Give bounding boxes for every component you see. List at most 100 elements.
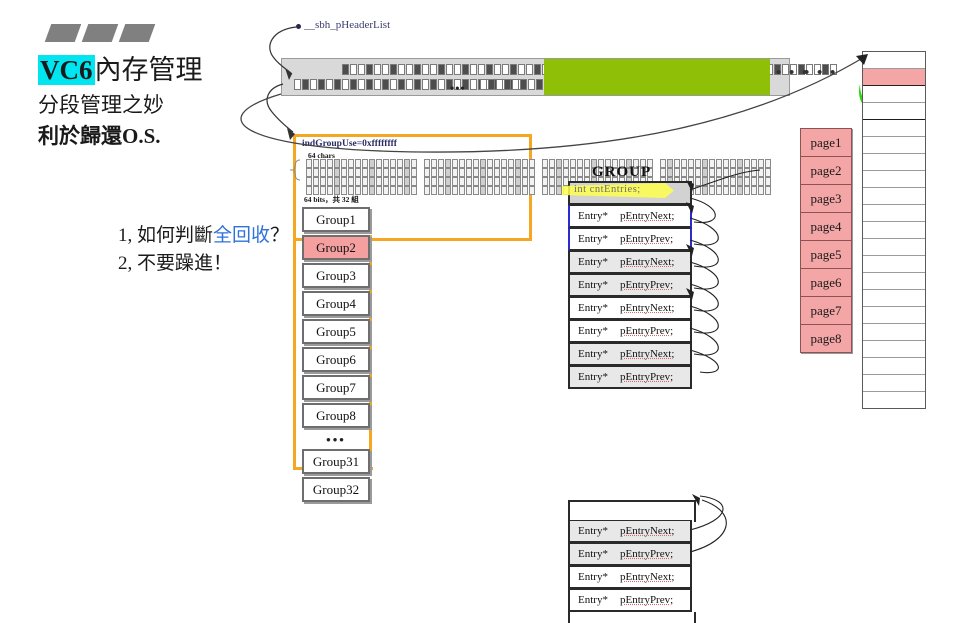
bit-cell	[390, 64, 397, 75]
bitmap-cell	[445, 168, 451, 177]
slot-cell	[863, 358, 925, 375]
title-main-rest: 內存管理	[94, 55, 203, 85]
bitmap-cell	[716, 177, 722, 186]
bitmap-cell	[570, 168, 576, 177]
group-table-row[interactable]: Entry* pEntryPrev;	[568, 589, 692, 612]
bitmap-cell	[674, 159, 680, 168]
bitmap-cell	[758, 168, 764, 177]
bitmap-cell	[765, 177, 771, 186]
group-table-row[interactable]: Entry* pEntryNext;	[568, 566, 692, 589]
page-cell[interactable]: page7	[800, 297, 852, 325]
page-cell[interactable]: page3	[800, 185, 852, 213]
bitmap-cell	[563, 159, 569, 168]
page-cell[interactable]: page2	[800, 157, 852, 185]
bit-cell	[510, 64, 517, 75]
slot-cell	[863, 341, 925, 358]
bit-cell	[502, 64, 509, 75]
bitmap-cell	[737, 159, 743, 168]
group-table-row[interactable]: Entry* pEntryPrev;	[568, 543, 692, 566]
q1-num: 1,	[118, 225, 137, 246]
page-title: VC6內存管理	[38, 48, 268, 87]
group-table-row[interactable]: Entry* pEntryNext;	[568, 251, 692, 274]
bitmap-cell	[584, 159, 590, 168]
bitmap-cell	[508, 168, 514, 177]
bitmap-cell	[480, 186, 486, 195]
slot-cell	[863, 222, 925, 239]
decorative-bars	[44, 24, 268, 42]
bitmap-cell	[473, 159, 479, 168]
page-cell[interactable]: page1	[800, 128, 852, 157]
title-badge-vc6: VC6	[38, 55, 95, 85]
bit-cell	[438, 79, 445, 90]
bitmap-cell	[397, 177, 403, 186]
bitmap-cell	[438, 168, 444, 177]
bitmap-cell	[376, 168, 382, 177]
page-cell[interactable]: page4	[800, 213, 852, 241]
bitmap-cell	[744, 177, 750, 186]
bit-cell	[488, 79, 495, 90]
bit-cell	[486, 64, 493, 75]
bitmap-cell	[327, 186, 333, 195]
bitmap-cell	[348, 186, 354, 195]
bitmap-cell	[306, 159, 312, 168]
row-field: pEntryPrev;	[620, 233, 674, 245]
group-button[interactable]: Group32	[302, 477, 370, 502]
bracket-left-edge	[293, 134, 296, 470]
bitmap-cell	[313, 168, 319, 177]
bitmap-cell	[570, 159, 576, 168]
bitmap-cell	[411, 159, 417, 168]
bitmap-cell	[438, 159, 444, 168]
bitmap-cell	[577, 159, 583, 168]
row-field: pEntryNext;	[620, 302, 675, 314]
bitmap-cell	[716, 159, 722, 168]
row-field: pEntryNext;	[620, 525, 675, 537]
bitmap-cell	[362, 159, 368, 168]
bitmap-cell	[660, 159, 666, 168]
bit-cell	[446, 64, 453, 75]
bitmap-cell	[431, 177, 437, 186]
group-button[interactable]: Group2	[302, 235, 370, 260]
group-table-row[interactable]: Entry* pEntryNext;	[568, 520, 692, 543]
group-button[interactable]: Group6	[302, 347, 370, 372]
bitmap-cell	[549, 186, 555, 195]
group-table-row[interactable]: Entry* pEntryPrev;	[568, 366, 692, 389]
bitmap-cell	[695, 186, 701, 195]
group-table-row[interactable]: Entry* pEntryNext;	[568, 297, 692, 320]
bit-cell	[294, 79, 301, 90]
group-button[interactable]: Group4	[302, 291, 370, 316]
bitmap-cell	[529, 186, 535, 195]
bit-cell	[512, 79, 519, 90]
bitmap-cell	[334, 177, 340, 186]
group-button[interactable]: Group31	[302, 449, 370, 474]
bitmap-cell	[355, 168, 361, 177]
group-table-row[interactable]: Entry* pEntryNext;	[568, 343, 692, 366]
bitmap-cell	[313, 159, 319, 168]
bitmap-cell	[376, 177, 382, 186]
bitmap-cell	[549, 177, 555, 186]
bitmap-cell	[723, 168, 729, 177]
bitmap-cell	[320, 159, 326, 168]
green-memory-block	[544, 59, 770, 95]
group-table-row[interactable]: Entry* pEntryPrev;	[568, 320, 692, 343]
group-button[interactable]: Group3	[302, 263, 370, 288]
slot-cell	[863, 392, 925, 408]
group-list-ellipsis: •••	[326, 432, 346, 447]
group-button[interactable]: Group1	[302, 207, 370, 232]
bitmap-cell	[716, 168, 722, 177]
page-cell[interactable]: page5	[800, 241, 852, 269]
bitmap-cell	[313, 186, 319, 195]
group-button[interactable]: Group5	[302, 319, 370, 344]
bitmap-cell	[494, 186, 500, 195]
bitmap-cell	[362, 177, 368, 186]
group-button[interactable]: Group8	[302, 403, 370, 428]
group-table-row[interactable]: Entry* pEntryPrev;	[568, 228, 692, 251]
bit-cell	[398, 79, 405, 90]
group-table-row[interactable]: Entry* pEntryPrev;	[568, 274, 692, 297]
bitmap-cell	[522, 168, 528, 177]
group-table-row[interactable]: Entry* pEntryNext;	[568, 205, 692, 228]
page-cell[interactable]: page8	[800, 325, 852, 353]
row-field: pEntryNext;	[620, 210, 675, 222]
group-button[interactable]: Group7	[302, 375, 370, 400]
bitmap-row	[306, 168, 772, 177]
page-cell[interactable]: page6	[800, 269, 852, 297]
